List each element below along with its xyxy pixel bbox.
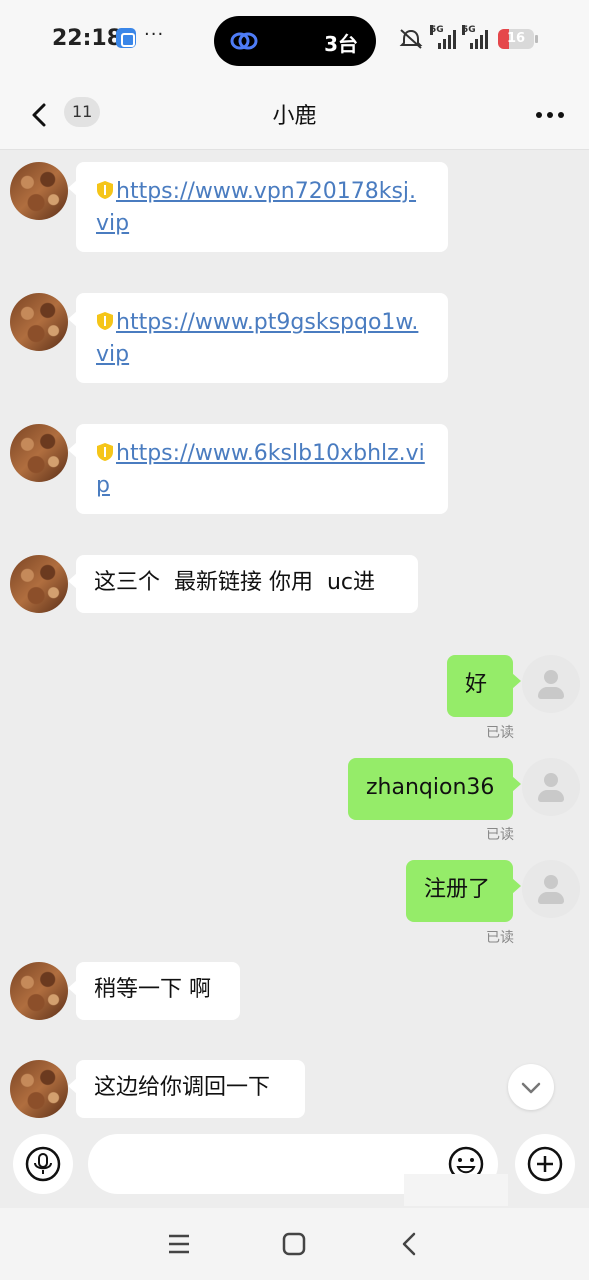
voice-input-button[interactable] — [13, 1134, 73, 1194]
status-bar: 22:18 ··· 3台 5G 5G 16 — [0, 0, 589, 80]
contact-avatar[interactable] — [10, 424, 68, 482]
message-link[interactable]: https://www.6kslb10xbhlz.vip — [96, 441, 425, 498]
scroll-to-bottom-button[interactable] — [508, 1064, 554, 1110]
battery-level: 16 — [506, 31, 526, 46]
status-indicators: 5G 5G 16 — [398, 24, 538, 54]
user-avatar[interactable] — [522, 860, 580, 918]
device-count-label: 3台 — [324, 32, 358, 56]
message-bubble[interactable]: 这三个 最新链接 你用 uc进 — [68, 555, 418, 613]
message-link[interactable]: https://www.vpn720178ksj.vip — [96, 179, 416, 236]
contact-avatar[interactable] — [10, 293, 68, 351]
message-link[interactable]: https://www.pt9gskspqo1w.vip — [96, 310, 418, 367]
network-type-label: 5G — [430, 25, 444, 35]
network-type-label: 5G — [462, 25, 476, 35]
read-status: 已读 — [486, 827, 514, 843]
read-status: 已读 — [486, 930, 514, 946]
microphone-icon — [25, 1146, 61, 1182]
chat-header: 11 小鹿 — [0, 80, 589, 150]
system-navigation-bar — [0, 1208, 589, 1280]
contact-avatar[interactable] — [10, 962, 68, 1020]
sent-message-bubble[interactable]: zhanqion36 — [348, 758, 521, 820]
contact-avatar[interactable] — [10, 555, 68, 613]
status-time: 22:18 — [52, 26, 123, 51]
battery-indicator: 16 — [498, 29, 538, 49]
message-bubble[interactable]: https://www.vpn720178ksj.vip — [68, 162, 448, 252]
plus-icon — [527, 1146, 563, 1182]
signal-strength-2: 5G — [462, 25, 488, 49]
read-status: 已读 — [486, 725, 514, 741]
shield-icon — [97, 181, 113, 199]
chevron-down-icon — [521, 1082, 541, 1094]
sent-message-bubble[interactable]: 注册了 — [406, 860, 521, 922]
user-avatar[interactable] — [522, 758, 580, 816]
signal-strength-1: 5G — [430, 25, 456, 49]
menu-icon[interactable] — [159, 1224, 199, 1264]
notification-dots: ··· — [144, 24, 165, 45]
home-icon[interactable] — [274, 1224, 314, 1264]
sent-message-bubble[interactable]: 好 — [447, 655, 521, 717]
add-attachment-button[interactable] — [515, 1134, 575, 1194]
mute-bell-icon — [399, 29, 423, 49]
floating-window-preview[interactable] — [404, 1174, 508, 1206]
message-bubble[interactable]: 这边给你调回一下 — [68, 1060, 305, 1118]
app-notification-icon — [116, 28, 136, 48]
message-bubble[interactable]: https://www.pt9gskspqo1w.vip — [68, 293, 448, 383]
more-options-button[interactable] — [533, 100, 567, 130]
back-nav-icon[interactable] — [390, 1224, 430, 1264]
message-bubble[interactable]: 稍等一下 啊 — [68, 962, 240, 1020]
link-icon — [230, 32, 258, 50]
dynamic-island: 3台 — [214, 16, 376, 66]
contact-avatar[interactable] — [10, 1060, 68, 1118]
chat-title: 小鹿 — [272, 104, 317, 129]
shield-icon — [97, 312, 113, 330]
contact-avatar[interactable] — [10, 162, 68, 220]
message-bubble[interactable]: https://www.6kslb10xbhlz.vip — [68, 424, 448, 514]
user-avatar[interactable] — [522, 655, 580, 713]
shield-icon — [97, 443, 113, 461]
